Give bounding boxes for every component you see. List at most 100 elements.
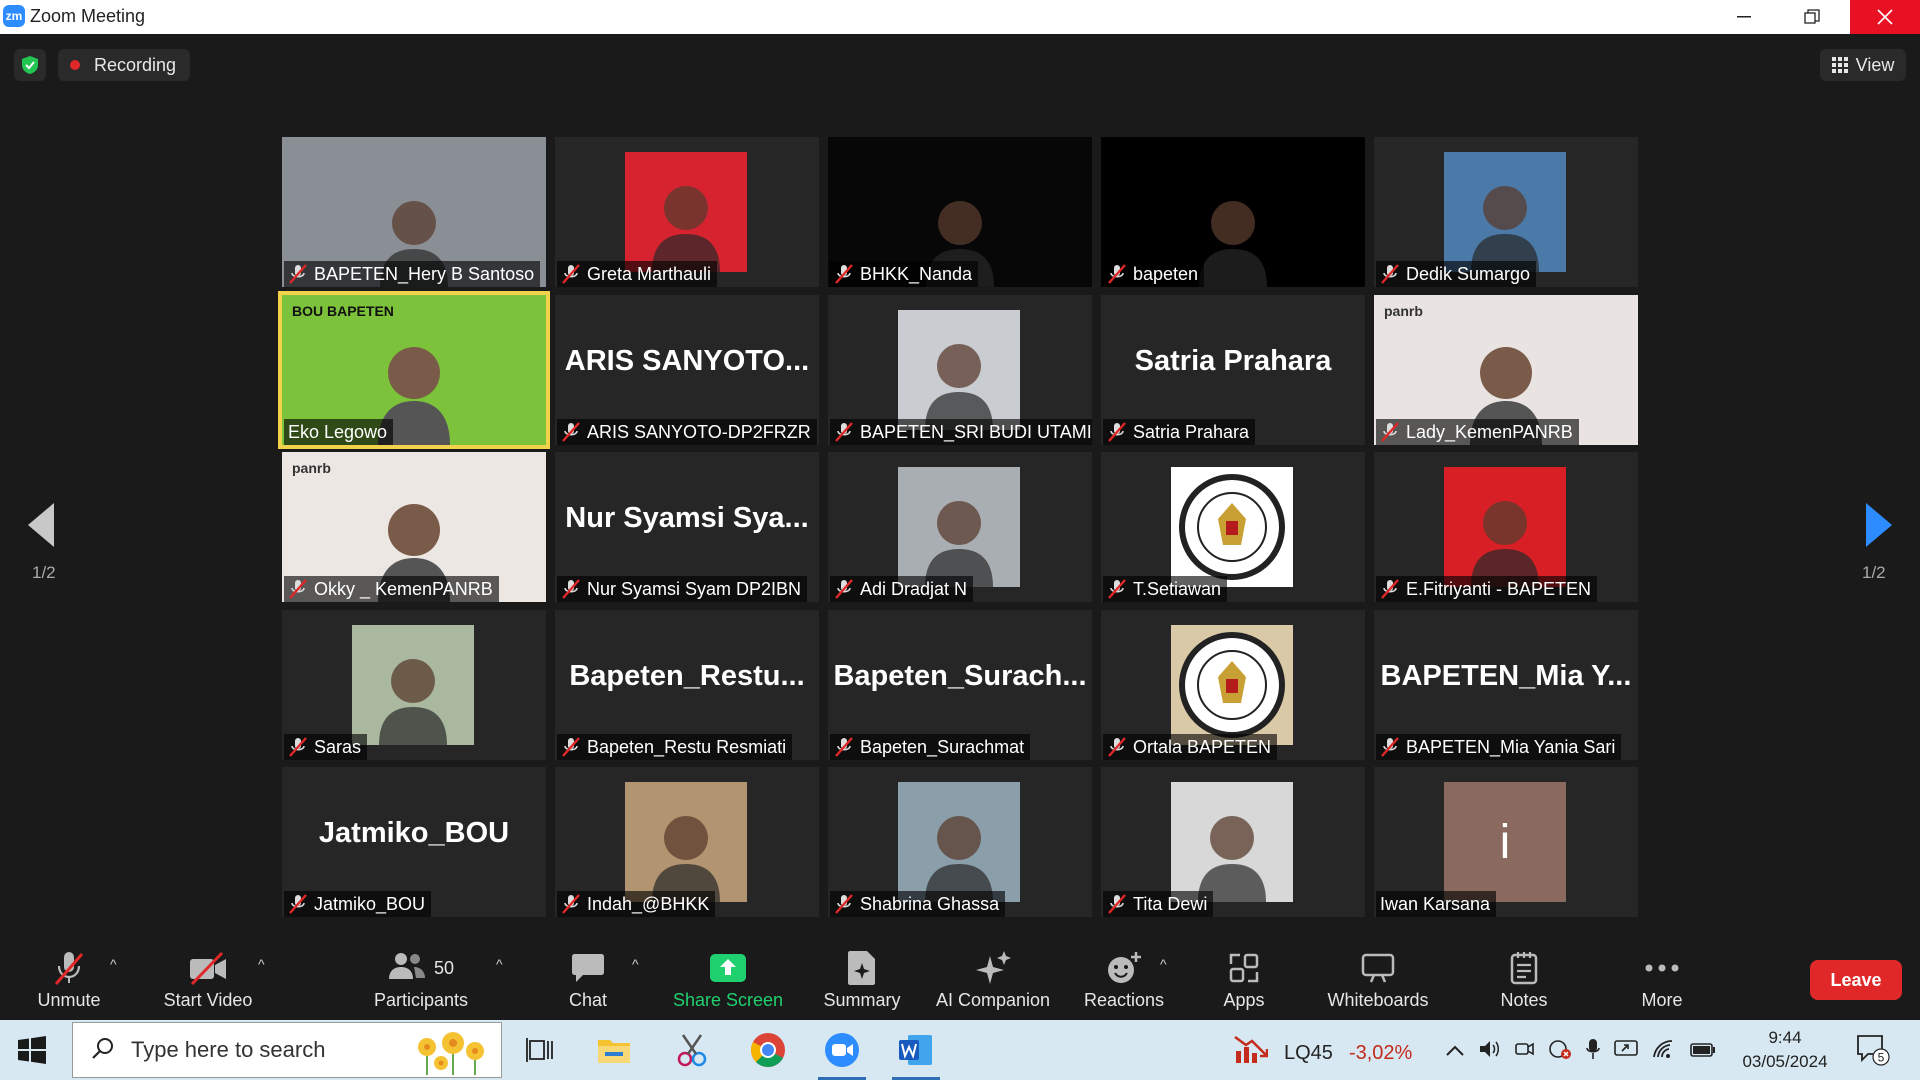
encryption-shield-icon[interactable] xyxy=(14,49,46,81)
participant-name: Ortala BAPETEN xyxy=(1133,736,1272,757)
participant-name: ARIS SANYOTO-DP2FRZR xyxy=(587,421,811,442)
screen-share-tray-icon[interactable] xyxy=(1614,1039,1638,1064)
participant-tile[interactable]: panrb Okky _ KemenPANRB xyxy=(282,452,546,602)
participant-name-label: BAPETEN_Hery B Santoso xyxy=(284,261,541,287)
battery-icon[interactable] xyxy=(1690,1041,1716,1062)
participant-name: Okky _ KemenPANRB xyxy=(314,578,493,599)
minimize-button[interactable] xyxy=(1710,0,1778,34)
close-button[interactable] xyxy=(1850,0,1920,34)
participant-tile[interactable]: Ortala BAPETEN xyxy=(1101,610,1365,760)
notes-button[interactable]: Notes xyxy=(1484,948,1564,1018)
participant-avatar xyxy=(1171,782,1293,902)
windows-start-icon[interactable] xyxy=(18,1036,46,1069)
participants-button[interactable]: 50 Participants xyxy=(366,948,476,1018)
wifi-icon[interactable] xyxy=(1652,1039,1676,1064)
recording-indicator[interactable]: Recording xyxy=(58,49,191,81)
taskbar-search-box[interactable]: Type here to search xyxy=(72,1022,502,1078)
participant-name-label: Bapeten_Restu Resmiati xyxy=(557,734,793,760)
participant-tile[interactable]: Bapeten_Surach... Bapeten_Surachmat xyxy=(828,610,1092,760)
participant-name-label: T.Setiawan xyxy=(1103,576,1228,602)
participant-tile[interactable]: Jatmiko_BOU Jatmiko_BOU xyxy=(282,767,546,917)
video-options-caret-icon[interactable]: ^ xyxy=(258,956,265,972)
stock-trend-down-icon xyxy=(1234,1035,1269,1071)
participant-tile[interactable]: Dedik Sumargo xyxy=(1374,137,1638,287)
word-icon[interactable] xyxy=(892,1030,940,1080)
view-button[interactable]: View xyxy=(1820,49,1906,81)
whiteboards-button[interactable]: Whiteboards xyxy=(1318,948,1438,1018)
previous-page-arrow-icon[interactable] xyxy=(28,503,54,552)
zoom-taskbar-icon[interactable] xyxy=(818,1030,866,1080)
notification-center-icon[interactable]: 5 xyxy=(1856,1034,1890,1071)
stock-widget[interactable]: LQ45 -3,02% xyxy=(1234,1035,1412,1071)
participant-tile[interactable]: panrb Lady_KemenPANRB xyxy=(1374,295,1638,445)
participant-name: E.Fitriyanti - BAPETEN xyxy=(1406,578,1592,599)
participant-tile[interactable]: Saras xyxy=(282,610,546,760)
participant-name: Eko Legowo xyxy=(288,421,388,442)
volume-icon[interactable] xyxy=(1478,1039,1500,1064)
participant-name-label: BAPETEN_Mia Yania Sari xyxy=(1376,734,1622,760)
participant-name-label: Satria Prahara xyxy=(1103,419,1256,445)
chat-button[interactable]: Chat xyxy=(548,948,628,1018)
participant-tile[interactable]: i Iwan Karsana xyxy=(1374,767,1638,917)
microphone-muted-icon xyxy=(52,948,86,988)
reactions-button[interactable]: Reactions xyxy=(1080,948,1168,1018)
participant-name: Adi Dradjat N xyxy=(860,578,968,599)
participant-name-label: Eko Legowo xyxy=(284,419,394,445)
share-screen-button[interactable]: Share Screen xyxy=(670,948,786,1018)
participant-name: T.Setiawan xyxy=(1133,578,1222,599)
file-explorer-icon[interactable] xyxy=(594,1030,634,1070)
more-button[interactable]: More xyxy=(1622,948,1702,1018)
microphone-muted-icon xyxy=(1107,893,1127,915)
participant-tile[interactable]: Nur Syamsi Sya... Nur Syamsi Syam DP2IBN xyxy=(555,452,819,602)
participant-tile[interactable]: Adi Dradjat N xyxy=(828,452,1092,602)
participant-tile[interactable]: E.Fitriyanti - BAPETEN xyxy=(1374,452,1638,602)
chrome-icon[interactable] xyxy=(748,1030,788,1070)
leave-button[interactable]: Leave xyxy=(1810,960,1902,1000)
participant-avatar xyxy=(1171,467,1293,587)
participant-tile[interactable]: BAPETEN_SRI BUDI UTAMI xyxy=(828,295,1092,445)
summary-document-icon xyxy=(847,948,877,988)
participant-tile[interactable]: bapeten xyxy=(1101,137,1365,287)
audio-options-caret-icon[interactable]: ^ xyxy=(110,956,117,972)
unmute-label: Unmute xyxy=(37,990,101,1010)
participant-tile[interactable]: BAPETEN_Hery B Santoso xyxy=(282,137,546,287)
ai-sparkle-icon xyxy=(974,948,1012,988)
clock-date: 03/05/2024 xyxy=(1742,1052,1828,1071)
ai-companion-button[interactable]: AI Companion xyxy=(930,948,1056,1018)
participant-tile[interactable]: BOU BAPETEN Eko Legowo xyxy=(278,291,550,449)
reactions-smiley-icon xyxy=(1106,948,1142,988)
chat-caret-icon[interactable]: ^ xyxy=(632,956,639,972)
participant-tile[interactable]: BHKK_Nanda xyxy=(828,137,1092,287)
apps-button[interactable]: Apps xyxy=(1204,948,1284,1018)
snipping-tool-icon[interactable] xyxy=(672,1030,712,1070)
chevron-up-icon[interactable] xyxy=(1446,1041,1464,1062)
participant-tile[interactable]: Greta Marthauli xyxy=(555,137,819,287)
participant-tile[interactable]: ARIS SANYOTO... ARIS SANYOTO-DP2FRZR xyxy=(555,295,819,445)
task-view-icon[interactable] xyxy=(520,1030,560,1070)
start-video-button[interactable]: Start Video xyxy=(158,948,258,1018)
participant-avatar xyxy=(1171,625,1293,745)
next-page-arrow-icon[interactable] xyxy=(1866,503,1892,552)
participant-tile[interactable]: Tita Dewi xyxy=(1101,767,1365,917)
microphone-muted-icon xyxy=(288,263,308,285)
microphone-muted-icon xyxy=(561,263,581,285)
participants-caret-icon[interactable]: ^ xyxy=(496,956,503,972)
unmute-button[interactable]: Unmute xyxy=(30,948,108,1018)
summary-button[interactable]: Summary xyxy=(812,948,912,1018)
system-clock[interactable]: 9:44 03/05/2024 xyxy=(1740,1026,1830,1074)
reactions-caret-icon[interactable]: ^ xyxy=(1160,956,1167,972)
microphone-tray-icon[interactable] xyxy=(1586,1038,1600,1065)
page-indicator-left: 1/2 xyxy=(32,563,56,582)
participant-tile[interactable]: Shabrina Ghassa xyxy=(828,767,1092,917)
participant-tile[interactable]: BAPETEN_Mia Y... BAPETEN_Mia Yania Sari xyxy=(1374,610,1638,760)
view-label: View xyxy=(1855,54,1895,75)
participant-tile[interactable]: Satria Prahara Satria Prahara xyxy=(1101,295,1365,445)
participant-name-label: Jatmiko_BOU xyxy=(284,891,432,917)
restore-button[interactable] xyxy=(1778,0,1846,34)
camera-tray-icon[interactable] xyxy=(1514,1039,1534,1064)
participant-tile[interactable]: Indah_@BHKK xyxy=(555,767,819,917)
participant-tile[interactable]: Bapeten_Restu... Bapeten_Restu Resmiati xyxy=(555,610,819,760)
network-status-icon[interactable] xyxy=(1548,1039,1572,1064)
participant-tile[interactable]: T.Setiawan xyxy=(1101,452,1365,602)
microphone-muted-icon xyxy=(1107,578,1127,600)
